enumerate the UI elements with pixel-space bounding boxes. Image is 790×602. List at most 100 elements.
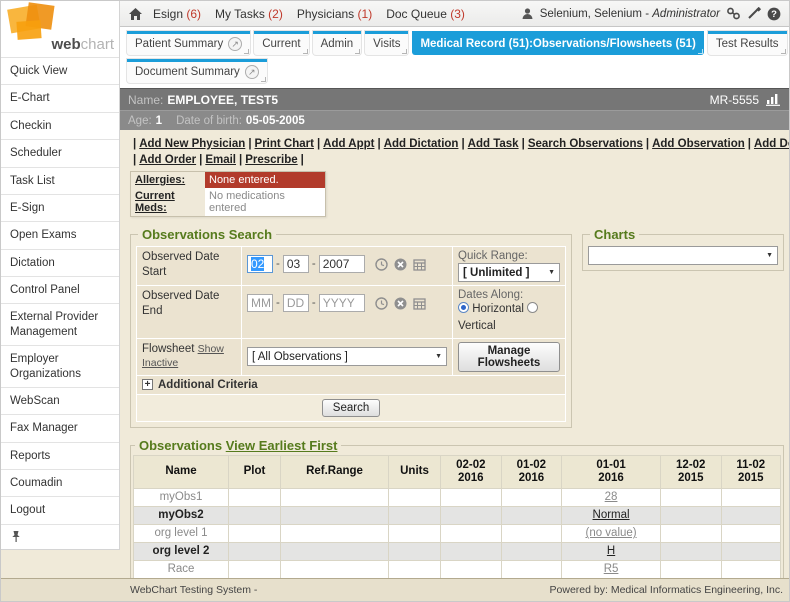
chart-stats-icon[interactable] <box>765 93 781 106</box>
clear-date-icon[interactable] <box>394 297 407 310</box>
action-link-add-appt[interactable]: Add Appt <box>323 138 374 150</box>
clear-date-icon[interactable] <box>394 258 407 271</box>
start-month-input[interactable]: 02 <box>247 255 273 273</box>
action-link-add-task[interactable]: Add Task <box>468 138 519 150</box>
link-icon[interactable] <box>726 7 741 20</box>
obs-value-link[interactable]: R5 <box>604 563 619 575</box>
patient-demo-bar: Age:1 Date of birth:05-05-2005 <box>120 110 789 130</box>
topbar-item-doc-queue[interactable]: Doc Queue (3) <box>386 7 465 21</box>
sidebar-item-logout[interactable]: Logout <box>1 497 119 524</box>
additional-criteria-label[interactable]: Additional Criteria <box>158 379 258 391</box>
tab-admin[interactable]: Admin <box>313 31 362 55</box>
obs-value-cell <box>721 506 780 524</box>
topbar-item-count: (3) <box>450 7 465 21</box>
topbar-item-physicians[interactable]: Physicians (1) <box>297 7 372 21</box>
chevron-down-icon: ▼ <box>548 269 555 276</box>
search-button[interactable]: Search <box>322 399 380 417</box>
sidebar-item-employer-organizations[interactable]: Employer Organizations <box>1 346 119 388</box>
obs-value-cell <box>441 560 502 578</box>
sidebar-item-e-sign[interactable]: E-Sign <box>1 195 119 222</box>
sidebar-item-fax-manager[interactable]: Fax Manager <box>1 415 119 442</box>
topbar-item-my-tasks[interactable]: My Tasks (2) <box>215 7 283 21</box>
charts-panel: Charts ▼ <box>582 227 784 271</box>
age-label: Age: <box>128 115 152 127</box>
tab-test-results[interactable]: Test Results <box>708 31 787 55</box>
end-month-input[interactable]: MM <box>247 294 273 312</box>
popout-icon[interactable]: ↗ <box>245 65 259 79</box>
webchart-logo[interactable]: webchart <box>1 1 119 58</box>
end-year-input[interactable]: YYYY <box>319 294 365 312</box>
flowsheet-label: Flowsheet <box>142 343 194 355</box>
separator: | <box>522 138 525 150</box>
start-day-input[interactable]: 03 <box>283 255 309 273</box>
obs-value-link[interactable]: Normal <box>593 509 630 521</box>
sidebar-item-e-chart[interactable]: E-Chart <box>1 85 119 112</box>
start-year-input[interactable]: 2007 <box>319 255 365 273</box>
radio-horizontal[interactable] <box>458 302 469 313</box>
obs-plot-cell <box>229 560 281 578</box>
view-earliest-first-link[interactable]: View Earliest First <box>226 438 338 453</box>
sidebar-item-reports[interactable]: Reports <box>1 443 119 470</box>
obs-units <box>389 560 441 578</box>
sidebar-item-webscan[interactable]: WebScan <box>1 388 119 415</box>
action-link-email[interactable]: Email <box>205 154 236 166</box>
sidebar-item-dictation[interactable]: Dictation <box>1 250 119 277</box>
sidebar-item-checkin[interactable]: Checkin <box>1 113 119 140</box>
column-header-plot: Plot <box>229 455 281 488</box>
obs-name: org level 1 <box>134 524 229 542</box>
time-picker-icon[interactable] <box>375 258 388 271</box>
action-link-add-observation[interactable]: Add Observation <box>652 138 745 150</box>
topbar-item-count: (2) <box>268 7 283 21</box>
action-link-add-document[interactable]: Add Document <box>754 138 789 150</box>
time-picker-icon[interactable] <box>375 297 388 310</box>
separator: | <box>133 154 136 166</box>
home-icon[interactable] <box>128 7 143 21</box>
sidebar-item-open-exams[interactable]: Open Exams <box>1 222 119 249</box>
action-link-print-chart[interactable]: Print Chart <box>255 138 314 150</box>
quick-range-select[interactable]: [ Unlimited ]▼ <box>458 263 560 282</box>
manage-flowsheets-button[interactable]: Manage Flowsheets <box>458 342 560 372</box>
patient-mr-number: MR-5555 <box>710 93 759 107</box>
tab-visits[interactable]: Visits <box>365 31 408 55</box>
topbar-item-count: (1) <box>358 7 373 21</box>
current-meds-link[interactable]: Current Meds: <box>131 188 205 216</box>
popout-icon[interactable]: ↗ <box>228 37 242 51</box>
topbar-item-esign[interactable]: Esign (6) <box>153 7 201 21</box>
sidebar-item-coumadin[interactable]: Coumadin <box>1 470 119 497</box>
tab-label: Admin <box>321 38 354 50</box>
observations-table-body: myObs128myObs2Normalorg level 1(no value… <box>134 488 781 579</box>
date-line2: 2016 <box>443 472 499 485</box>
obs-value-cell <box>660 524 721 542</box>
obs-value-link[interactable]: H <box>607 545 615 557</box>
sidebar-item-external-provider-management[interactable]: External Provider Management <box>1 304 119 346</box>
action-link-search-observations[interactable]: Search Observations <box>528 138 643 150</box>
sidebar-item-control-panel[interactable]: Control Panel <box>1 277 119 304</box>
action-link-prescribe[interactable]: Prescribe <box>245 154 297 166</box>
allergies-link[interactable]: Allergies: <box>131 172 205 188</box>
tab-current[interactable]: Current <box>254 31 308 55</box>
tab-medical-record-51-observations[interactable]: Medical Record (51):Observations/Flowshe… <box>412 31 703 55</box>
sidebar-nav: Quick ViewE-ChartCheckinSchedulerTask Li… <box>1 58 119 525</box>
tab-patient-summary[interactable]: Patient Summary↗ <box>127 31 250 55</box>
obs-value-link[interactable]: 28 <box>605 491 618 503</box>
radio-vertical[interactable] <box>527 302 538 313</box>
charts-select[interactable]: ▼ <box>588 246 778 265</box>
sidebar-item-task-list[interactable]: Task List <box>1 168 119 195</box>
obs-value-cell: (no value) <box>562 524 661 542</box>
help-icon[interactable]: ? <box>767 7 781 21</box>
calendar-icon[interactable] <box>413 258 426 271</box>
wand-icon[interactable] <box>747 7 761 20</box>
action-link-add-order[interactable]: Add Order <box>139 154 196 166</box>
calendar-icon[interactable] <box>413 297 426 310</box>
sidebar-item-scheduler[interactable]: Scheduler <box>1 140 119 167</box>
sidebar-item-quick-view[interactable]: Quick View <box>1 58 119 85</box>
action-link-add-new-physician[interactable]: Add New Physician <box>139 138 245 150</box>
sidebar-pin-button[interactable] <box>1 525 119 549</box>
separator: | <box>748 138 751 150</box>
obs-value-link[interactable]: (no value) <box>585 527 636 539</box>
expand-criteria-icon[interactable] <box>142 379 153 390</box>
end-day-input[interactable]: DD <box>283 294 309 312</box>
flowsheet-select[interactable]: [ All Observations ]▼ <box>247 347 447 366</box>
tab-document-summary[interactable]: Document Summary↗ <box>127 59 267 83</box>
action-link-add-dictation[interactable]: Add Dictation <box>384 138 459 150</box>
